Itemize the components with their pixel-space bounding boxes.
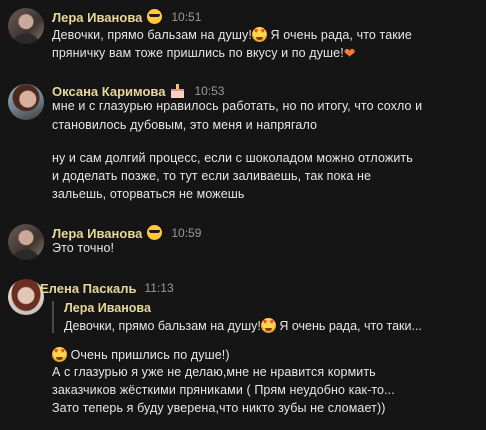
sunglasses-emoji-icon (147, 9, 163, 25)
author-name[interactable]: Оксана Каримова (52, 84, 165, 99)
message-text-line: Девочки, прямо бальзам на душу! Я очень … (52, 27, 412, 42)
message-text-line: зальешь, оторваться не можешь (52, 187, 245, 201)
quote-author: Лера Иванова (64, 301, 151, 315)
author-name[interactable]: Лера Иванова (52, 226, 142, 241)
message-text-line: Зато теперь я буду уверена,что никто зуб… (52, 401, 386, 415)
heart-eyes-emoji-icon (251, 27, 267, 42)
avatar[interactable] (8, 8, 44, 44)
heart-eyes-emoji-icon (52, 347, 67, 362)
author-name[interactable]: Лера Иванова (52, 10, 142, 25)
quoted-message[interactable]: Лера Иванова Девочки, прямо бальзам на д… (52, 301, 422, 333)
quote-text: Девочки, прямо бальзам на душу! Я очень … (64, 318, 422, 333)
message-text-line: и доделать позже, то тут если заливаешь,… (52, 169, 372, 183)
message-text-line: Это точно! (52, 241, 115, 255)
message-text-line: Очень пришлись по душе!) (52, 347, 230, 362)
heart-eyes-emoji-icon (260, 318, 276, 333)
timestamp: 10:51 (171, 10, 202, 24)
author-name[interactable]: Елена Паскаль (40, 281, 136, 296)
message-text-line: заказчиков жёсткими пряниками ( Прям неу… (52, 383, 395, 397)
avatar[interactable] (8, 279, 44, 315)
sunglasses-emoji-icon (147, 225, 163, 241)
timestamp: 11:13 (144, 281, 174, 295)
orange-heart-icon: ❤ (343, 45, 356, 61)
message-text-line: ну и сам долгий процесс, если с шоколадо… (52, 151, 413, 165)
avatar[interactable] (8, 224, 44, 260)
message-text-line: А с глазурью я уже не делаю,мне не нрави… (52, 365, 376, 379)
avatar[interactable] (8, 84, 44, 120)
cake-emoji-icon (170, 83, 186, 99)
message-text-line: становилось дубовым, это меня и напрягал… (52, 118, 318, 132)
message-text-line: пряничку вам тоже пришлись по вкусу и по… (52, 45, 356, 61)
timestamp: 10:59 (171, 226, 202, 240)
message-text-line: мне и с глазурью нравилось работать, но … (52, 99, 423, 113)
timestamp: 10:53 (194, 84, 225, 98)
